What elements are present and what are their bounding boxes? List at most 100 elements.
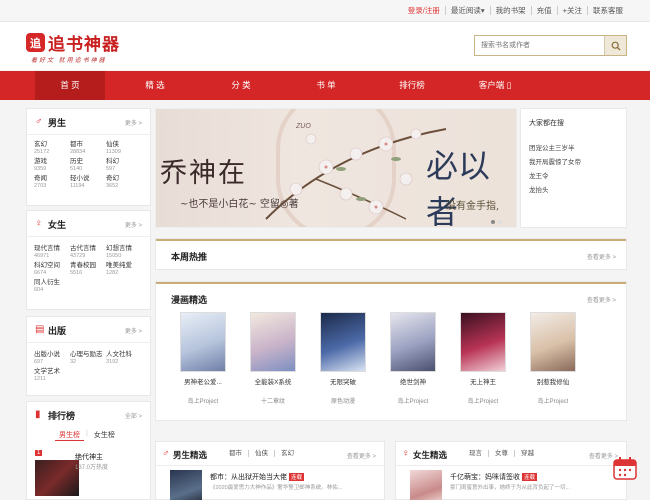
tab-female-rank[interactable]: 女生榜 <box>90 430 119 441</box>
nav-ranking[interactable]: 排行榜 <box>377 71 447 100</box>
comic-title[interactable]: 男神老公爱... <box>168 376 238 386</box>
male-pick-book-title[interactable]: 都市：从出狱开始当大佬 连载 <box>210 472 305 482</box>
female-pick-cover[interactable] <box>410 470 442 500</box>
genre-count: 46971 <box>34 253 50 259</box>
comic-title[interactable]: 绝世剑神 <box>378 376 448 386</box>
nav-home[interactable]: 首 页 <box>35 71 105 100</box>
male-genre-item[interactable]: 历史 5140 <box>70 158 106 173</box>
comic-cover[interactable] <box>460 312 506 372</box>
publish-genre-item[interactable]: 人文社科 3192 <box>106 351 142 366</box>
female-genre-item[interactable]: 同人衍生 604 <box>34 279 70 294</box>
publish-genre-item[interactable]: 文学艺术 1211 <box>34 368 70 383</box>
genre-count: 11194 <box>70 183 85 189</box>
genre-count: 6674 <box>34 270 47 276</box>
banner-dot[interactable] <box>498 220 502 224</box>
male-genre-item[interactable]: 仙侠 11309 <box>106 141 142 156</box>
male-genre-item[interactable]: 轻小说 11194 <box>70 175 106 190</box>
search-button[interactable] <box>604 36 626 55</box>
rank-book-title[interactable]: 绝代神主 <box>75 452 103 462</box>
rank-cover-image <box>35 460 79 496</box>
male-genre-item[interactable]: 都市 28834 <box>70 141 106 156</box>
bookshelf-link[interactable]: 我的书架 <box>489 6 531 15</box>
banner-right-title: 必以者 <box>426 147 491 228</box>
nav-featured[interactable]: 精 选 <box>120 71 190 100</box>
comic-cover[interactable] <box>320 312 366 372</box>
comic-title[interactable]: 别惹我修仙 <box>518 376 588 386</box>
ranking-more-link[interactable]: 全部 > <box>125 411 142 420</box>
hot-search-item[interactable]: 团宠公主三岁半 <box>529 142 581 156</box>
female-genre-item[interactable]: 古代言情 43729 <box>70 245 106 260</box>
nav-booklist[interactable]: 书 单 <box>291 71 361 100</box>
tab-urban[interactable]: 都市 <box>223 450 248 457</box>
female-genre-item[interactable]: 唯美纯爱 1282 <box>106 262 142 277</box>
male-genre-item[interactable]: 奇闻 2703 <box>34 175 70 190</box>
comic-cover[interactable] <box>390 312 436 372</box>
rank-book-cover[interactable]: 1 <box>35 450 79 500</box>
weekly-hot-title: 本周热推 <box>171 252 208 262</box>
tab-xianxia[interactable]: 仙侠 <box>248 450 274 457</box>
genre-count: 3192 <box>106 359 119 365</box>
calendar-icon[interactable] <box>612 455 638 481</box>
female-genre-item[interactable]: 青春校园 5516 <box>70 262 106 277</box>
male-genre-item[interactable]: 科幻 597 <box>106 158 142 173</box>
tab-male-rank[interactable]: 男生榜 <box>55 430 84 441</box>
comic-cover[interactable] <box>180 312 226 372</box>
follow-link[interactable]: +关注 <box>556 6 587 15</box>
recharge-link[interactable]: 充值 <box>530 6 557 15</box>
publish-genre-item[interactable]: 心理与励志 32 <box>70 351 106 366</box>
genre-count: 1282 <box>106 270 119 276</box>
tab-female-dominance[interactable]: 女尊 <box>488 450 514 457</box>
genre-name: 奇闻 <box>34 175 47 182</box>
female-genre-item[interactable]: 科幻空间 6674 <box>34 262 70 277</box>
hot-search-item[interactable]: 龙王令 <box>529 170 581 184</box>
hero-banner[interactable]: ZUO 乔神在 ~也不是小白花~ 空留◎著 必以者 没有金手指, <box>155 108 517 228</box>
rank-number: 1 <box>35 450 43 456</box>
comic-item[interactable]: 男神老公爱... 岛上Project <box>168 312 238 405</box>
weekly-hot-more-link[interactable]: 查看更多 > <box>587 252 616 261</box>
comic-item[interactable]: 别惹我修仙 岛上Project <box>518 312 588 405</box>
male-genre-item[interactable]: 游戏 9359 <box>34 158 70 173</box>
tab-time-travel[interactable]: 穿越 <box>514 450 540 457</box>
female-more-link[interactable]: 更多 > <box>125 220 142 229</box>
female-genre-item[interactable]: 现代言情 46971 <box>34 245 70 260</box>
ranking-tabs: 男生榜 | 女生榜 <box>55 430 119 441</box>
login-link[interactable]: 登录/注册 <box>403 6 445 15</box>
site-logo[interactable]: 追 追书神器 <box>26 30 120 55</box>
hot-search-item[interactable]: 我开局震惊了女帝 <box>529 156 581 170</box>
female-pick-book-title[interactable]: 千亿萌宝：妈咪请签收 连载 <box>450 472 538 482</box>
comic-item[interactable]: 全能装X系统 十二章纹 <box>238 312 308 405</box>
weekly-hot-section: 本周热推 查看更多 > <box>155 238 627 270</box>
comic-title[interactable]: 全能装X系统 <box>238 376 308 386</box>
tab-fantasy[interactable]: 玄幻 <box>274 450 300 457</box>
recent-reading-link[interactable]: 最近阅读▾ <box>444 6 490 15</box>
search-input[interactable] <box>475 36 604 55</box>
tab-modern-romance[interactable]: 现言 <box>463 450 488 457</box>
genre-count: 32 <box>70 359 77 365</box>
comic-cover[interactable] <box>530 312 576 372</box>
male-genre-item[interactable]: 奇幻 3652 <box>106 175 142 190</box>
hot-search-item[interactable]: 龙抬头 <box>529 184 581 198</box>
book-icon: ▤ <box>35 324 45 335</box>
banner-dot[interactable] <box>491 220 495 224</box>
nav-category[interactable]: 分 类 <box>206 71 276 100</box>
comic-title[interactable]: 无限突破 <box>308 376 378 386</box>
genre-count: 15050 <box>106 253 122 259</box>
comic-cover[interactable] <box>250 312 296 372</box>
publish-genre-item[interactable]: 出版小说 697 <box>34 351 70 366</box>
male-pick-cover[interactable] <box>170 470 202 500</box>
genre-name: 玄幻 <box>34 141 47 148</box>
comic-item[interactable]: 无限突破 原色动漫 <box>308 312 378 405</box>
comic-title[interactable]: 无上神王 <box>448 376 518 386</box>
contact-link[interactable]: 联系客服 <box>587 6 628 15</box>
male-more-link[interactable]: 更多 > <box>125 118 142 127</box>
male-pick-more-link[interactable]: 查看更多 > <box>347 451 376 460</box>
male-genre-item[interactable]: 玄幻 25172 <box>34 141 70 156</box>
genre-name: 文学艺术 <box>34 368 60 375</box>
nav-client[interactable]: 客户端 ▯ <box>460 71 530 100</box>
comic-item[interactable]: 无上神王 岛上Project <box>448 312 518 405</box>
genre-count: 1211 <box>34 376 46 382</box>
comic-more-link[interactable]: 查看更多 > <box>587 295 616 304</box>
publish-more-link[interactable]: 更多 > <box>125 326 142 335</box>
female-genre-item[interactable]: 幻想言情 15050 <box>106 245 142 260</box>
comic-item[interactable]: 绝世剑神 岛上Project <box>378 312 448 405</box>
